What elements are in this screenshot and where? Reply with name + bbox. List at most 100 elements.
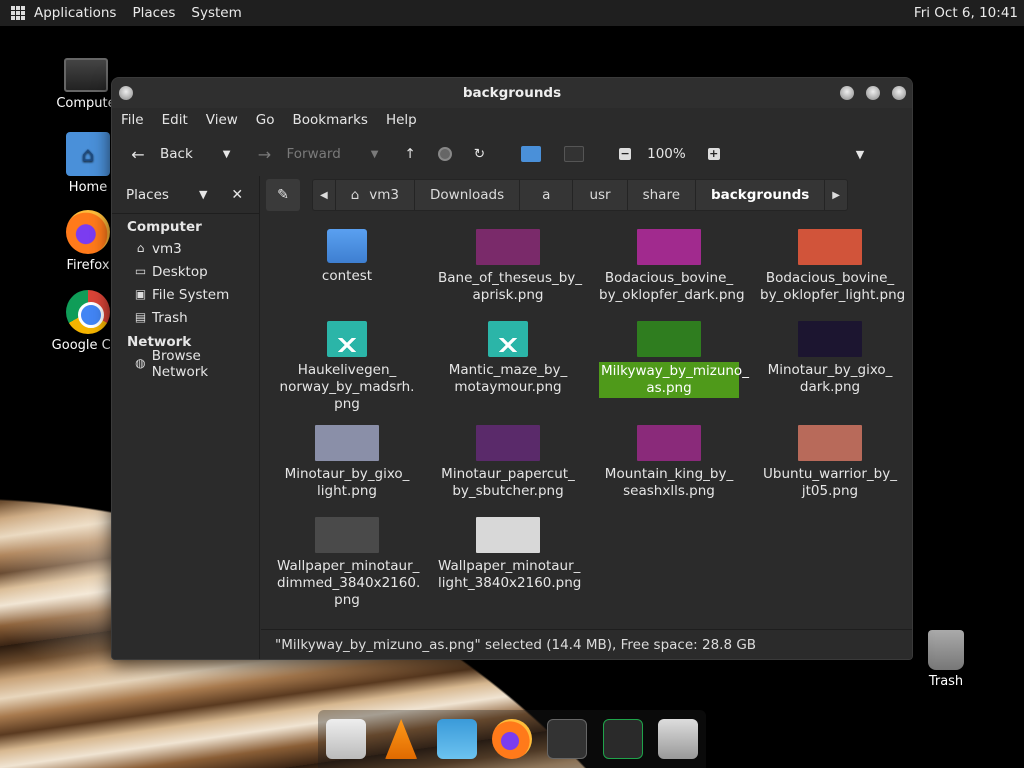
file-name-label: Bodacious_bovine_ by_oklopfer_dark.png	[599, 270, 745, 303]
file-item[interactable]: Milkyway_by_mizuno_ as.png	[599, 321, 749, 398]
sidebar: Places ▼ ✕ Computer ⌂ vm3 ▭ Desktop ▣ Fi…	[112, 176, 260, 659]
window-titlebar[interactable]: backgrounds	[112, 78, 912, 108]
crumb-vm3[interactable]: ⌂ vm3	[336, 180, 416, 210]
sidebar-item-label: Browse Network	[151, 347, 209, 380]
minimize-icon[interactable]	[840, 86, 854, 100]
file-item[interactable]: Bane_of_theseus_by_ aprisk.png	[438, 229, 582, 304]
pathbar: ✎ ◀ ⌂ vm3 Downloads a usr share backgrou…	[266, 178, 848, 212]
image-file-icon	[488, 321, 528, 357]
file-name-label: Minotaur_by_gixo_ dark.png	[767, 362, 893, 395]
menu-go[interactable]: Go	[256, 112, 275, 128]
forward-arrow-icon: →	[257, 144, 272, 164]
panel-menu-places[interactable]: Places	[132, 5, 175, 21]
file-item[interactable]: Bodacious_bovine_ by_oklopfer_dark.png	[599, 229, 745, 304]
menu-file[interactable]: File	[121, 112, 144, 128]
file-item[interactable]: Minotaur_papercut_ by_sbutcher.png	[438, 425, 578, 500]
forward-button[interactable]: → Forward	[254, 144, 341, 164]
breadcrumb: ◀ ⌂ vm3 Downloads a usr share background…	[312, 179, 848, 211]
menu-bookmarks[interactable]: Bookmarks	[293, 112, 368, 128]
file-manager-window: backgrounds File Edit View Go Bookmarks …	[111, 77, 913, 660]
panel-clock[interactable]: Fri Oct 6, 10:41	[914, 5, 1018, 21]
up-arrow-icon[interactable]: ↑	[404, 146, 415, 162]
file-item[interactable]: Wallpaper_minotaur_ dimmed_3840x2160. pn…	[277, 517, 421, 609]
file-item[interactable]: Minotaur_by_gixo_ dark.png	[760, 321, 900, 396]
home-icon: ⌂	[136, 241, 145, 255]
image-viewer-icon[interactable]	[436, 719, 477, 759]
file-item[interactable]: Bodacious_bovine_ by_oklopfer_light.png	[760, 229, 905, 304]
file-manager-icon[interactable]	[658, 719, 699, 759]
file-item[interactable]: Minotaur_by_gixo_ light.png	[277, 425, 417, 500]
file-name-label: Milkyway_by_mizuno_ as.png	[599, 362, 749, 398]
file-name-label: Haukelivegen_ norway_by_madsrh. png	[279, 362, 415, 412]
image-thumbnail	[637, 321, 701, 357]
panel-menu-system[interactable]: System	[191, 5, 241, 21]
system-monitor-icon[interactable]	[602, 719, 643, 759]
back-button[interactable]: ← Back	[128, 144, 192, 164]
forward-history-dropdown[interactable]: ▼	[371, 149, 379, 160]
file-item[interactable]: Mountain_king_by_ seashxlls.png	[599, 425, 739, 500]
image-thumbnail	[476, 229, 540, 265]
file-name-label: Wallpaper_minotaur_ dimmed_3840x2160. pn…	[277, 558, 421, 608]
text-editor-icon[interactable]	[325, 719, 366, 759]
file-name-label: Wallpaper_minotaur_ light_3840x2160.png	[438, 558, 582, 591]
image-thumbnail	[476, 425, 540, 461]
sidebar-item-file-system[interactable]: ▣ File System	[112, 283, 259, 306]
file-name-label: Minotaur_papercut_ by_sbutcher.png	[441, 466, 575, 499]
zoom-in-icon[interactable]: +	[707, 148, 720, 160]
file-item[interactable]: Ubuntu_warrior_by_ jt05.png	[760, 425, 900, 500]
view-options-dropdown[interactable]: ▼	[856, 148, 864, 161]
computer-location-icon[interactable]	[564, 146, 585, 162]
forward-label: Forward	[286, 146, 341, 162]
menubar: File Edit View Go Bookmarks Help	[112, 108, 912, 132]
menu-view[interactable]: View	[206, 112, 238, 128]
computer-icon	[64, 58, 108, 92]
back-arrow-icon: ←	[131, 144, 145, 164]
folder-icon	[327, 229, 367, 263]
back-history-dropdown[interactable]: ▼	[223, 149, 231, 160]
image-thumbnail	[637, 229, 701, 265]
sidebar-item-trash[interactable]: ▤ Trash	[112, 306, 259, 329]
sidebar-item-vm3[interactable]: ⌂ vm3	[112, 237, 259, 260]
file-icon-view[interactable]: contest Bane_of_theseus_by_ aprisk.png Bod…	[261, 215, 912, 629]
image-thumbnail	[315, 517, 379, 553]
applications-grid-icon[interactable]	[11, 6, 25, 20]
zoom-level: 100%	[647, 146, 686, 162]
close-icon[interactable]	[892, 86, 906, 100]
stop-icon[interactable]	[437, 147, 452, 161]
sidebar-mode-dropdown[interactable]: ▼	[199, 188, 207, 201]
sidebar-item-label: vm3	[152, 240, 182, 257]
home-location-icon[interactable]	[521, 146, 542, 162]
crumb-backgrounds[interactable]: backgrounds	[696, 180, 826, 210]
edit-location-icon[interactable]: ✎	[266, 179, 300, 211]
crumb-scroll-left-icon[interactable]: ◀	[313, 180, 336, 210]
file-name-label: Mantic_maze_by_ motaymour.png	[448, 362, 568, 395]
chrome-icon	[66, 290, 110, 334]
close-sidebar-icon[interactable]: ✕	[231, 187, 243, 203]
crumb-share[interactable]: share	[628, 180, 696, 210]
crumb-label: vm3	[369, 187, 400, 203]
sidebar-header: Places ▼ ✕	[112, 176, 259, 214]
terminal-icon[interactable]	[547, 719, 588, 759]
file-item[interactable]: Mantic_maze_by_ motaymour.png	[438, 321, 578, 396]
crumb-scroll-right-icon[interactable]: ▶	[825, 180, 847, 210]
reload-icon[interactable]: ↻	[474, 146, 485, 162]
sidebar-item-desktop[interactable]: ▭ Desktop	[112, 260, 259, 283]
menu-edit[interactable]: Edit	[162, 112, 188, 128]
crumb-usr[interactable]: usr	[573, 180, 628, 210]
crumb-downloads[interactable]: Downloads	[415, 180, 521, 210]
menu-help[interactable]: Help	[386, 112, 417, 128]
vlc-icon[interactable]	[385, 719, 418, 759]
panel-menu-applications[interactable]: Applications	[34, 5, 116, 21]
maximize-icon[interactable]	[866, 86, 880, 100]
firefox-icon[interactable]	[491, 719, 532, 759]
window-menu-icon[interactable]	[119, 86, 133, 100]
file-item[interactable]: Wallpaper_minotaur_ light_3840x2160.png	[438, 517, 582, 592]
crumb-a[interactable]: a	[520, 180, 574, 210]
toolbar: ← Back ▼ → Forward ▼ ↑ ↻ − 100% + ▼	[112, 132, 912, 176]
file-item[interactable]: Haukelivegen_ norway_by_madsrh. png	[277, 321, 417, 413]
folder-item[interactable]: contest	[277, 229, 417, 285]
desktop-icon-label: Trash	[928, 674, 964, 689]
sidebar-item-browse-network[interactable]: ◍ Browse Network	[112, 348, 259, 380]
sidebar-item-label: Desktop	[152, 263, 208, 280]
zoom-out-icon[interactable]: −	[619, 148, 632, 160]
